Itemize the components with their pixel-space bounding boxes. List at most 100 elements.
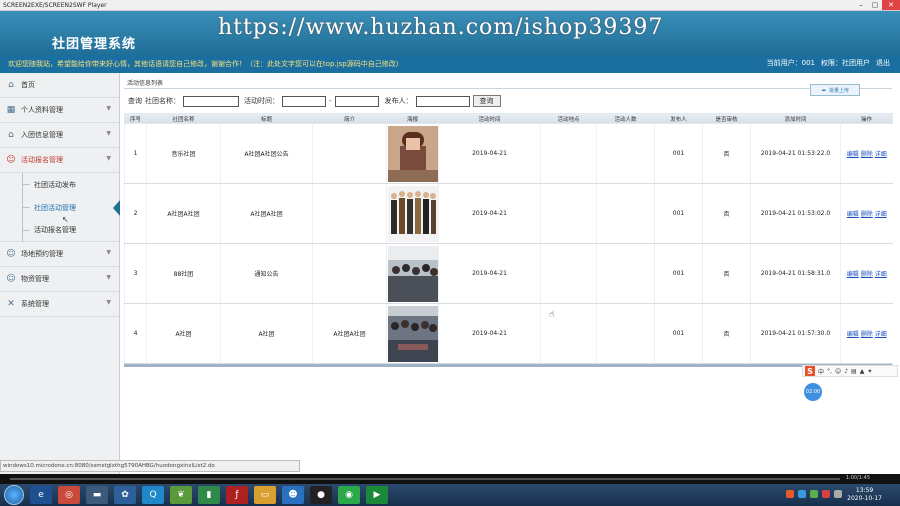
sidebar-subitem-signup[interactable]: 活动报名管理: [0, 219, 119, 242]
chevron-down-icon: ▼: [106, 155, 111, 162]
network-icon[interactable]: ✿: [114, 486, 136, 504]
sidebar-item-system[interactable]: ✕ 系统管理 ▼: [0, 292, 119, 317]
sidebar-item-label: 活动报名管理: [21, 156, 63, 164]
sidebar-subitem-label: 社团活动发布: [34, 180, 76, 189]
app-icon[interactable]: ▬: [86, 486, 108, 504]
time-separator: -: [329, 97, 332, 105]
sidebar-subitem-publish[interactable]: 社团活动发布: [0, 173, 119, 196]
start-button[interactable]: [4, 485, 24, 505]
recording-timer[interactable]: 02:00: [804, 383, 822, 401]
tray-volume-icon[interactable]: [834, 490, 842, 498]
poster-image[interactable]: [387, 125, 438, 182]
leaf-icon[interactable]: ❦: [170, 486, 192, 504]
sidebar-item-label: 系统管理: [21, 300, 49, 308]
users-icon: ☺: [6, 274, 16, 284]
maximize-button[interactable]: ▢: [868, 0, 882, 10]
upload-button[interactable]: ☁ 批量上传: [810, 84, 860, 96]
detail-link[interactable]: 详细: [875, 151, 887, 158]
sidebar-item-profile[interactable]: ▦ 个人资料管理 ▼: [0, 98, 119, 123]
column-header: 是否审核: [702, 113, 751, 124]
cell-publisher: 001: [654, 303, 703, 364]
detail-link[interactable]: 详细: [875, 211, 887, 218]
publisher-input[interactable]: [415, 95, 470, 107]
app-header: 社团管理系统 https://www.huzhan.com/ishop39397: [0, 11, 900, 55]
sidebar-item-home[interactable]: ⌂ 首页: [0, 73, 119, 98]
cell-no: 3: [124, 243, 147, 304]
taskbar: e ◎ ▬ ✿ Q ❦ ▮ ƒ ▭ ☻ ● ◉ ▶ 13:59 2020-10-…: [0, 484, 900, 506]
club-name-input[interactable]: [183, 95, 239, 107]
column-header: 操作: [840, 113, 893, 124]
minimize-button[interactable]: –: [854, 0, 868, 10]
cell-ops: 编辑 删除 详细: [840, 123, 893, 184]
column-header: 发布人: [654, 113, 703, 124]
cell-place: [540, 123, 597, 184]
qq-icon[interactable]: ☻: [282, 486, 304, 504]
detail-link[interactable]: 详细: [875, 331, 887, 338]
delete-link[interactable]: 删除: [861, 271, 873, 278]
tray-sogou-icon[interactable]: [786, 490, 794, 498]
cell-club: A社团A社团: [146, 183, 221, 244]
delete-link[interactable]: 删除: [861, 331, 873, 338]
chart-icon[interactable]: ▮: [198, 486, 220, 504]
mouse-pointer-icon: ☝: [549, 310, 555, 320]
tray-app-icon[interactable]: [822, 490, 830, 498]
tray-security-icon[interactable]: [798, 490, 806, 498]
cell-publisher: 001: [654, 123, 703, 184]
recorder-icon[interactable]: ▶: [366, 486, 388, 504]
cell-club: 88社团: [146, 243, 221, 304]
cell-time: 2019-04-21: [438, 123, 541, 184]
time-end-input[interactable]: [334, 95, 379, 107]
cell-club: A社团: [146, 303, 221, 364]
cell-poster: [386, 303, 439, 364]
chevron-down-icon: ▼: [106, 274, 111, 281]
cell-intro: A社团A社团: [312, 303, 387, 364]
cloud-icon: ☁: [820, 87, 826, 93]
column-header: 添加时间: [750, 113, 841, 124]
column-header: 简介: [312, 113, 387, 124]
close-button[interactable]: ✕: [882, 0, 900, 10]
poster-image[interactable]: [387, 245, 438, 302]
status-url: windows10.microdone.cn:8080/ssmstglxthg5…: [3, 463, 215, 469]
edit-link[interactable]: 编辑: [847, 271, 859, 278]
sidebar-item-venue[interactable]: ☺ 场地预约管理 ▼: [0, 242, 119, 267]
seek-track[interactable]: [10, 478, 840, 480]
edit-link[interactable]: 编辑: [847, 331, 859, 338]
q-icon[interactable]: Q: [142, 486, 164, 504]
sidebar-item-membership[interactable]: ⌂ 入团信息管理 ▼: [0, 123, 119, 148]
delete-link[interactable]: 删除: [861, 211, 873, 218]
cell-place: [540, 183, 597, 244]
watermark-url: https://www.huzhan.com/ishop39397: [218, 15, 664, 40]
flash-icon[interactable]: ƒ: [226, 486, 248, 504]
cell-title: A社团A社团公告: [220, 123, 313, 184]
edit-link[interactable]: 编辑: [847, 211, 859, 218]
poster-image[interactable]: [387, 305, 438, 362]
detail-link[interactable]: 详细: [875, 271, 887, 278]
sidebar-item-label: 入团信息管理: [21, 131, 63, 139]
search-button[interactable]: 查询: [472, 95, 501, 107]
ie-icon[interactable]: e: [30, 486, 52, 504]
wechat-icon[interactable]: ◉: [338, 486, 360, 504]
upload-label: 批量上传: [828, 87, 849, 94]
chrome-icon[interactable]: ◎: [58, 486, 80, 504]
app-logo: 社团管理系统: [52, 37, 137, 52]
cell-title: 通知公告: [220, 243, 313, 304]
logout-link[interactable]: 退出: [876, 58, 890, 68]
sidebar-item-supplies[interactable]: ☺ 物资管理 ▼: [0, 267, 119, 292]
folder-icon[interactable]: ▭: [254, 486, 276, 504]
ime-toolbar[interactable]: S 中 °, ☺ ♪ ▤ ▲ ✦: [802, 365, 898, 377]
cell-audit: 否: [702, 123, 751, 184]
sidebar-subitem-manage[interactable]: 社团活动管理: [0, 196, 120, 219]
time-start-input[interactable]: [282, 95, 326, 107]
cell-poster: [386, 123, 439, 184]
delete-link[interactable]: 删除: [861, 151, 873, 158]
tray-wifi-icon[interactable]: [810, 490, 818, 498]
column-header: 标题: [220, 113, 313, 124]
taskbar-clock[interactable]: 13:59 2020-10-17: [847, 487, 882, 503]
sidebar-item-activity[interactable]: ☺ 活动报名管理 ▼: [0, 148, 119, 173]
media-icon[interactable]: ●: [310, 486, 332, 504]
cell-added: 2019-04-21 01:58:31.0: [750, 243, 841, 304]
edit-link[interactable]: 编辑: [847, 151, 859, 158]
poster-image[interactable]: [387, 185, 438, 242]
keyboard-icon: ▤: [851, 367, 857, 375]
cell-audit: 否: [702, 243, 751, 304]
